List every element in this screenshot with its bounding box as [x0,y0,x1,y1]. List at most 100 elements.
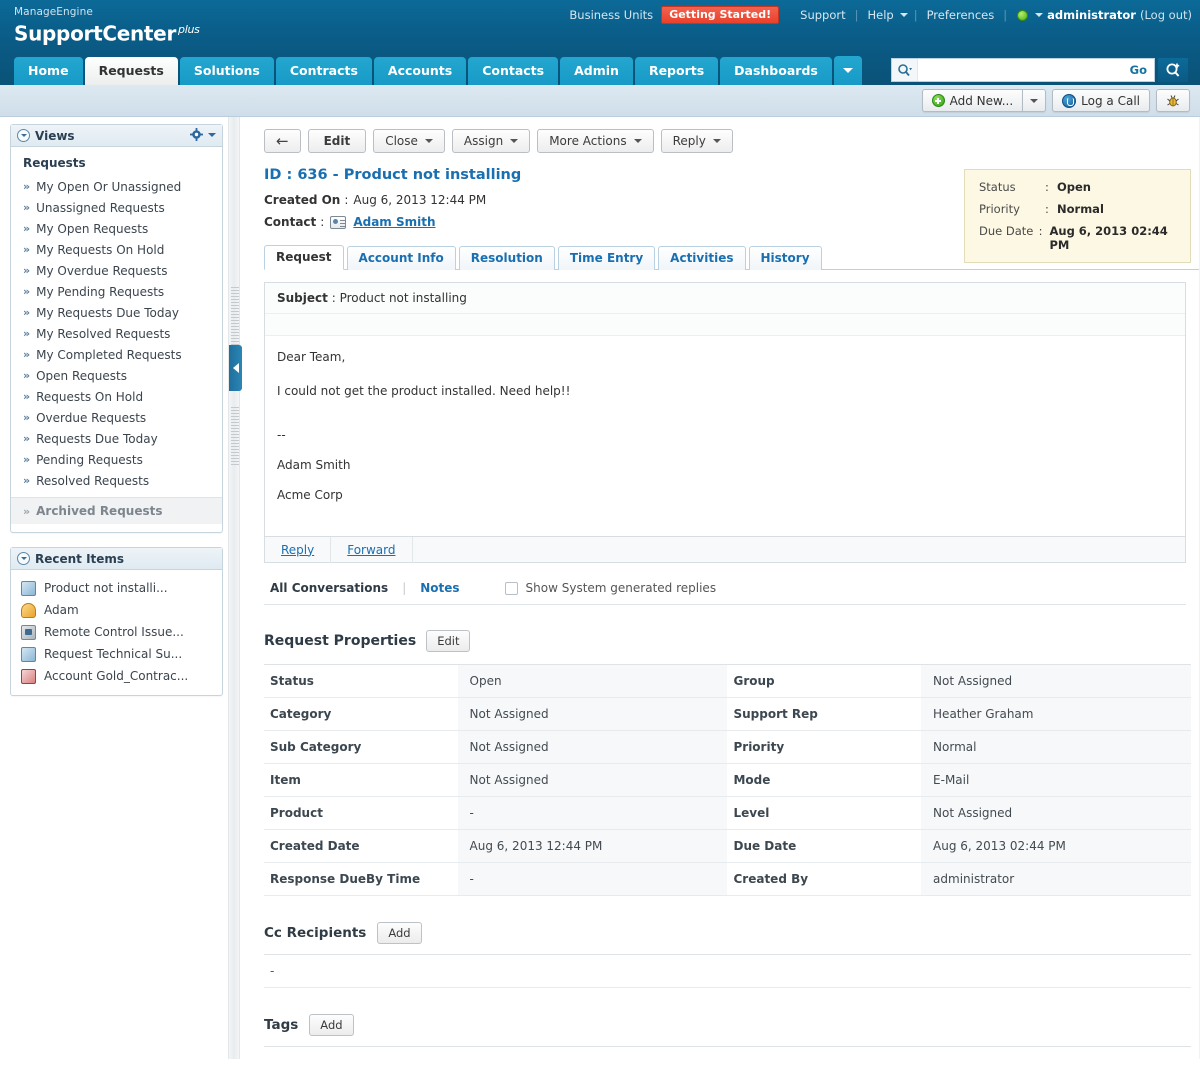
status-label: Status [979,180,1016,194]
getting-started-badge[interactable]: Getting Started! [661,6,780,24]
support-link[interactable]: Support [800,8,845,22]
cc-recipients-header: Cc Recipients Add [264,922,1200,944]
sidebar-view-my-overdue-requests[interactable]: » My Overdue Requests [11,260,222,281]
show-system-replies-checkbox[interactable] [504,581,518,595]
prop-key: Due Date [727,829,922,863]
collapse-toggle-icon[interactable] [17,552,30,565]
nav-tab-reports[interactable]: Reports [634,57,719,85]
description-reply-link[interactable]: Reply [265,536,332,563]
reply-button[interactable]: Reply [660,129,733,153]
sidebar-view-archived-requests[interactable]: » Archived Requests [11,497,222,524]
recent-item-product-not-installing[interactable]: Product not installi... [11,577,222,599]
sidebar-collapse-handle[interactable] [229,345,242,391]
phone-icon [1062,93,1077,108]
edit-button[interactable]: Edit [307,129,367,153]
add-new-button[interactable]: Add New... [921,89,1023,112]
assign-label: Assign [463,134,504,148]
all-conversations-tab[interactable]: All Conversations [270,581,388,595]
chevron-down-icon[interactable] [1035,13,1044,17]
sidebar-view-my-open-or-unassigned[interactable]: » My Open Or Unassigned [11,176,222,197]
prop-value: Not Assigned [457,763,728,797]
notes-tab[interactable]: Notes [420,581,459,595]
search-go-button[interactable]: Go [1122,63,1154,77]
logout-link[interactable]: (Log out) [1140,8,1192,22]
add-new-group: Add New... [921,89,1047,112]
sidebar-view-my-requests-on-hold[interactable]: » My Requests On Hold [11,239,222,260]
back-button[interactable]: ← [264,129,301,153]
sidebar-view-my-completed-requests[interactable]: » My Completed Requests [11,344,222,365]
chevron-down-icon[interactable] [899,13,908,17]
sidebar-view-overdue-requests[interactable]: » Overdue Requests [11,407,222,428]
main-content: ← Edit Close Assign More Actions Reply I… [250,117,1200,1075]
request-properties-edit-button[interactable]: Edit [426,630,471,652]
tab-history[interactable]: History [748,246,822,270]
sidebar-view-my-pending-requests[interactable]: » My Pending Requests [11,281,222,302]
chevron-right-icon: » [23,285,30,298]
gear-icon [190,128,203,141]
request-status-card: Status : Open Priority : Normal Due Date… [964,169,1191,263]
nav-tab-solutions[interactable]: Solutions [179,57,274,85]
nav-tab-requests[interactable]: Requests [84,57,178,85]
help-link[interactable]: Help [867,8,893,22]
business-units-link[interactable]: Business Units [569,8,653,22]
recent-item-adam[interactable]: Adam [11,599,222,621]
cc-recipients-value: - [264,955,1191,988]
sidebar-view-open-requests[interactable]: » Open Requests [11,365,222,386]
sidebar-view-my-open-requests[interactable]: » My Open Requests [11,218,222,239]
prop-value: Normal [921,730,1191,764]
assign-button[interactable]: Assign [451,129,531,153]
collapse-toggle-icon[interactable] [17,129,30,142]
tab-resolution[interactable]: Resolution [458,246,555,270]
sidebar-view-my-resolved-requests[interactable]: » My Resolved Requests [11,323,222,344]
sidebar-view-resolved-requests[interactable]: » Resolved Requests [11,470,222,491]
sidebar-view-my-requests-due-today[interactable]: » My Requests Due Today [11,302,222,323]
bug-report-button[interactable] [1156,89,1190,112]
nav-tab-admin[interactable]: Admin [560,57,633,85]
contact-card-icon[interactable] [330,215,347,229]
tab-activities[interactable]: Activities [658,246,746,270]
recent-item-account-gold-contract[interactable]: Account Gold_Contrac... [11,665,222,687]
view-label: Resolved Requests [36,473,150,488]
prop-key: Mode [727,763,922,797]
close-button[interactable]: Close [373,129,445,153]
sidebar-view-pending-requests[interactable]: » Pending Requests [11,449,222,470]
nav-tab-contracts[interactable]: Contracts [275,57,372,85]
request-doc-icon [21,646,36,662]
tags-add-button[interactable]: Add [309,1014,354,1036]
recent-item-request-technical-support[interactable]: Request Technical Su... [11,643,222,665]
views-panel-body: Requests » My Open Or Unassigned » Unassig… [11,147,222,532]
recent-item-remote-control-issue[interactable]: Remote Control Issue... [11,621,222,643]
description-forward-link[interactable]: Forward [331,536,413,563]
more-actions-button[interactable]: More Actions [537,129,654,153]
nav-tab-dashboards[interactable]: Dashboards [720,57,832,85]
nav-tab-accounts[interactable]: Accounts [373,57,467,85]
tab-account-info[interactable]: Account Info [346,246,456,270]
signature-name: Adam Smith [277,458,351,472]
views-settings-button[interactable] [190,128,216,141]
nav-tab-home[interactable]: Home [14,57,83,85]
priority-value: Normal [1057,202,1104,216]
log-a-call-button[interactable]: Log a Call [1052,89,1150,112]
nav-tab-contacts[interactable]: Contacts [468,57,559,85]
prop-key: Category [264,697,458,731]
cc-recipients-add-button[interactable]: Add [377,922,422,944]
search-icon[interactable] [891,59,918,81]
contact-name-link[interactable]: Adam Smith [353,215,435,229]
prop-key: Created By [727,862,922,896]
add-new-dropdown-button[interactable] [1022,89,1047,112]
sidebar-splitter[interactable] [228,117,242,1059]
app-logo[interactable]: ManageEngine SupportCenter plus [14,6,200,46]
preferences-link[interactable]: Preferences [927,8,995,22]
recent-item-label: Request Technical Su... [44,647,183,661]
recent-item-label: Adam [44,603,79,617]
nav-more-tabs-button[interactable] [833,56,862,85]
sidebar-view-requests-on-hold[interactable]: » Requests On Hold [11,386,222,407]
search-input[interactable] [917,59,1123,81]
chevron-left-icon [232,363,239,373]
tab-request[interactable]: Request [264,245,344,270]
view-label: My Completed Requests [36,347,182,362]
tab-time-entry[interactable]: Time Entry [557,246,656,270]
sidebar-view-unassigned-requests[interactable]: » Unassigned Requests [11,197,222,218]
sidebar-view-requests-due-today[interactable]: » Requests Due Today [11,428,222,449]
advanced-search-icon[interactable] [1158,58,1188,82]
